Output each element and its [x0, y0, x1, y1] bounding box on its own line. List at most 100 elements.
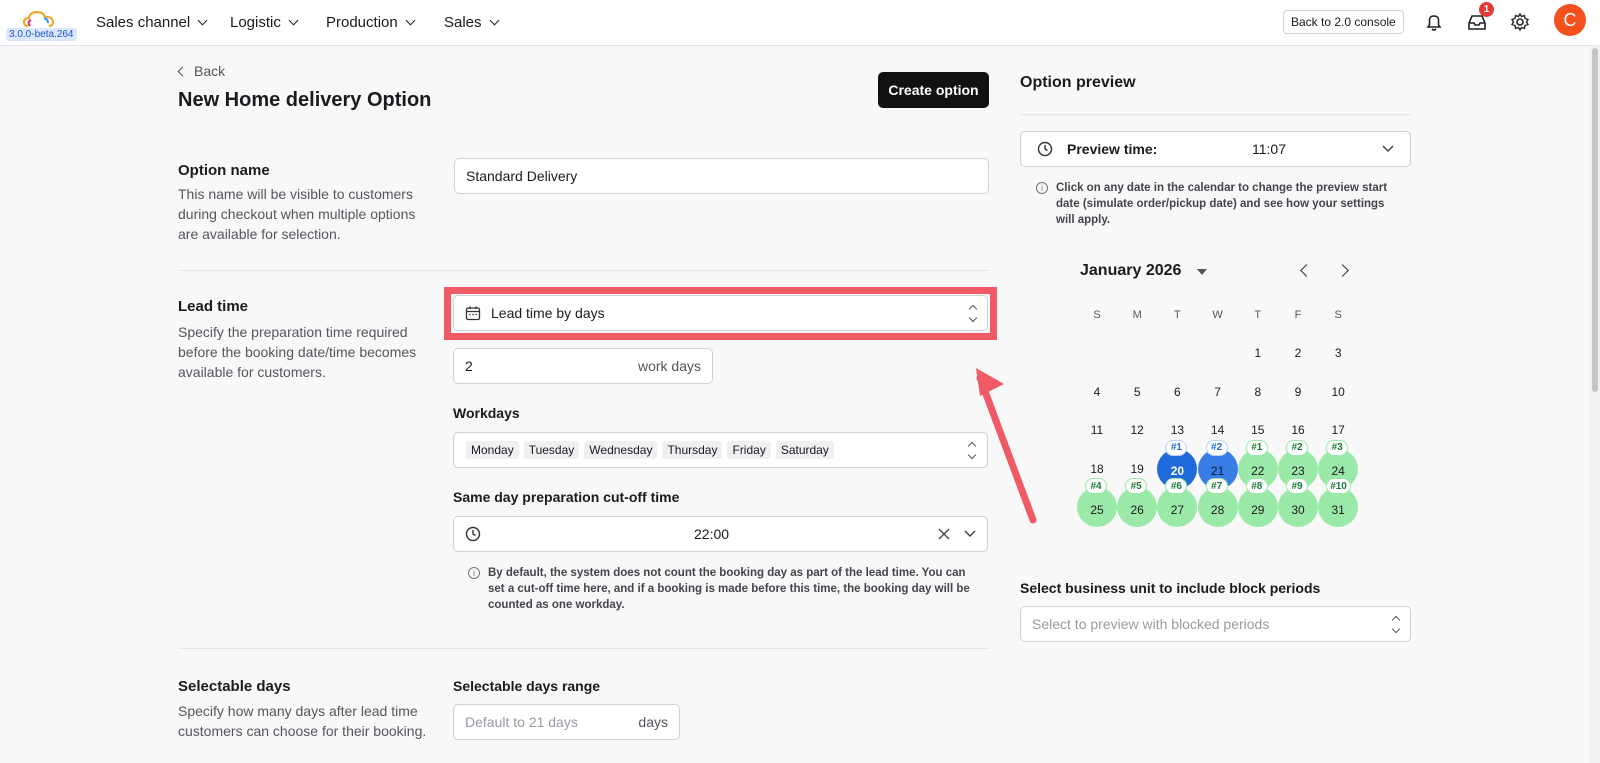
calendar-day[interactable]: 5: [1117, 372, 1157, 412]
calendar-day-number: 21: [1210, 464, 1225, 478]
selectable-days-title: Selectable days: [178, 678, 291, 695]
logo-icon[interactable]: [22, 8, 56, 30]
calendar-day[interactable]: 7: [1198, 372, 1238, 412]
lead-time-days-suffix: work days: [637, 358, 701, 374]
calendar-day[interactable]: 6: [1157, 372, 1197, 412]
calendar-day[interactable]: 10: [1318, 372, 1358, 412]
calendar-day[interactable]: 12: [1117, 410, 1157, 450]
section-divider: [178, 270, 989, 271]
calendar-day-tag: #1: [1165, 439, 1188, 456]
nav-logistic[interactable]: Logistic: [230, 14, 299, 31]
calendar-day-tag: #4: [1085, 478, 1107, 494]
calendar-day-number: 8: [1254, 384, 1262, 399]
calendar-day-number: 5: [1133, 384, 1141, 399]
calendar-day-number: 18: [1090, 461, 1104, 476]
selectable-range-input[interactable]: Default to 21 days days: [453, 704, 680, 740]
calendar-day-tag: #2: [1286, 439, 1308, 456]
calendar-month[interactable]: January 2026: [1080, 262, 1181, 280]
calendar-day-number: 12: [1130, 423, 1144, 437]
avatar[interactable]: C: [1554, 4, 1586, 36]
clock-icon: [1037, 141, 1053, 157]
chevron-down-icon: [197, 15, 208, 26]
caret-down-icon[interactable]: [1197, 269, 1207, 275]
calendar-day-number: 24: [1331, 464, 1345, 478]
calendar-day-number: 9: [1294, 384, 1302, 399]
chevron-down-icon[interactable]: [964, 530, 976, 538]
weekday-label: S: [1334, 309, 1342, 321]
workdays-select[interactable]: Monday Tuesday Wednesday Thursday Friday…: [453, 432, 988, 468]
chevron-left-icon[interactable]: [1300, 264, 1313, 277]
gear-icon[interactable]: [1509, 11, 1531, 33]
cutoff-label: Same day preparation cut-off time: [453, 489, 680, 505]
preview-divider: [1020, 114, 1411, 115]
calendar-day-number: 31: [1331, 502, 1345, 517]
calendar-day-number: 30: [1291, 502, 1305, 517]
business-unit-select[interactable]: Select to preview with blocked periods: [1020, 606, 1411, 642]
chevron-down-icon: [405, 15, 416, 26]
top-nav-bar: 3.0.0-beta.264 Sales channel Logistic Pr…: [0, 0, 1600, 46]
workday-chip: Monday: [466, 441, 519, 459]
info-icon: i: [468, 567, 480, 579]
bell-icon[interactable]: [1423, 11, 1445, 33]
calendar-day-number: 17: [1331, 423, 1345, 437]
calendar-day[interactable]: 2: [1278, 333, 1318, 373]
calendar-day-tag: #9: [1286, 478, 1308, 494]
business-unit-label: Select business unit to include block pe…: [1020, 580, 1321, 596]
preview-note: Click on any date in the calendar to cha…: [1056, 182, 1388, 226]
calendar-day-tag: #5: [1125, 478, 1148, 494]
selectable-range-placeholder: Default to 21 days: [465, 714, 578, 730]
calendar-day-number: 10: [1331, 384, 1345, 399]
nav-label: Logistic: [230, 14, 281, 31]
calendar-day-tag: #7: [1205, 478, 1228, 494]
workday-chip: Tuesday: [523, 441, 580, 459]
clear-icon[interactable]: [938, 528, 950, 540]
lead-time-days-input[interactable]: 2 work days: [453, 348, 713, 384]
page-title: New Home delivery Option: [178, 89, 432, 111]
option-name-description: This name will be visible to customers d…: [178, 186, 416, 242]
weekday-label: S: [1093, 309, 1101, 321]
workday-chip: Wednesday: [584, 441, 658, 459]
calendar-day[interactable]: 9: [1278, 372, 1318, 412]
calendar-day-number: 15: [1251, 423, 1265, 437]
selectable-range-label: Selectable days range: [453, 678, 601, 694]
preview-title: Option preview: [1020, 74, 1136, 91]
chevron-right-icon[interactable]: [1336, 264, 1349, 277]
clock-icon: [465, 526, 481, 542]
section-divider: [178, 648, 989, 649]
nav-label: Sales channel: [96, 14, 191, 31]
create-option-button[interactable]: Create option: [878, 72, 989, 108]
cutoff-note: By default, the system does not count th…: [488, 567, 970, 611]
calendar-day[interactable]: 1: [1238, 333, 1278, 373]
lead-time-days-value: 2: [465, 358, 473, 374]
back-to-console-button[interactable]: Back to 2.0 console: [1283, 10, 1404, 34]
calendar-day[interactable]: 3: [1318, 333, 1358, 373]
calendar-day-number: 19: [1130, 461, 1144, 476]
calendar-day[interactable]: 8: [1238, 372, 1278, 412]
version-badge: 3.0.0-beta.264: [6, 28, 77, 41]
back-link[interactable]: Back: [177, 63, 225, 79]
calendar-day-number: 25: [1090, 502, 1104, 517]
selectable-range-suffix: days: [638, 714, 668, 730]
nav-sales-channel[interactable]: Sales channel: [96, 14, 208, 31]
nav-production[interactable]: Production: [326, 14, 416, 31]
calendar-day[interactable]: 11: [1077, 410, 1117, 450]
option-name-value: Standard Delivery: [466, 168, 578, 184]
option-name-input[interactable]: Standard Delivery: [454, 158, 989, 194]
calendar-day-tag: #1: [1245, 439, 1268, 456]
info-icon: i: [1036, 182, 1048, 194]
workday-chip: Friday: [727, 441, 771, 459]
calendar-day-number: 22: [1251, 464, 1265, 478]
cutoff-time-input[interactable]: 22:00: [453, 516, 988, 552]
calendar-day-number: 4: [1093, 384, 1101, 399]
calendar-day-number: 27: [1170, 502, 1185, 517]
annotation-highlight-box: [444, 287, 997, 340]
calendar-day-number: 29: [1251, 502, 1265, 517]
preview-time-select[interactable]: Preview time: 11:07: [1020, 131, 1411, 167]
scrollbar-thumb[interactable]: [1592, 48, 1598, 392]
nav-sales[interactable]: Sales: [444, 14, 499, 31]
calendar-day[interactable]: 4: [1077, 372, 1117, 412]
inbox-badge: 1: [1479, 2, 1494, 17]
workdays-label: Workdays: [453, 405, 520, 421]
calendar-day-number: 14: [1210, 423, 1225, 437]
lead-time-description: Specify the preparation time required be…: [178, 324, 417, 380]
